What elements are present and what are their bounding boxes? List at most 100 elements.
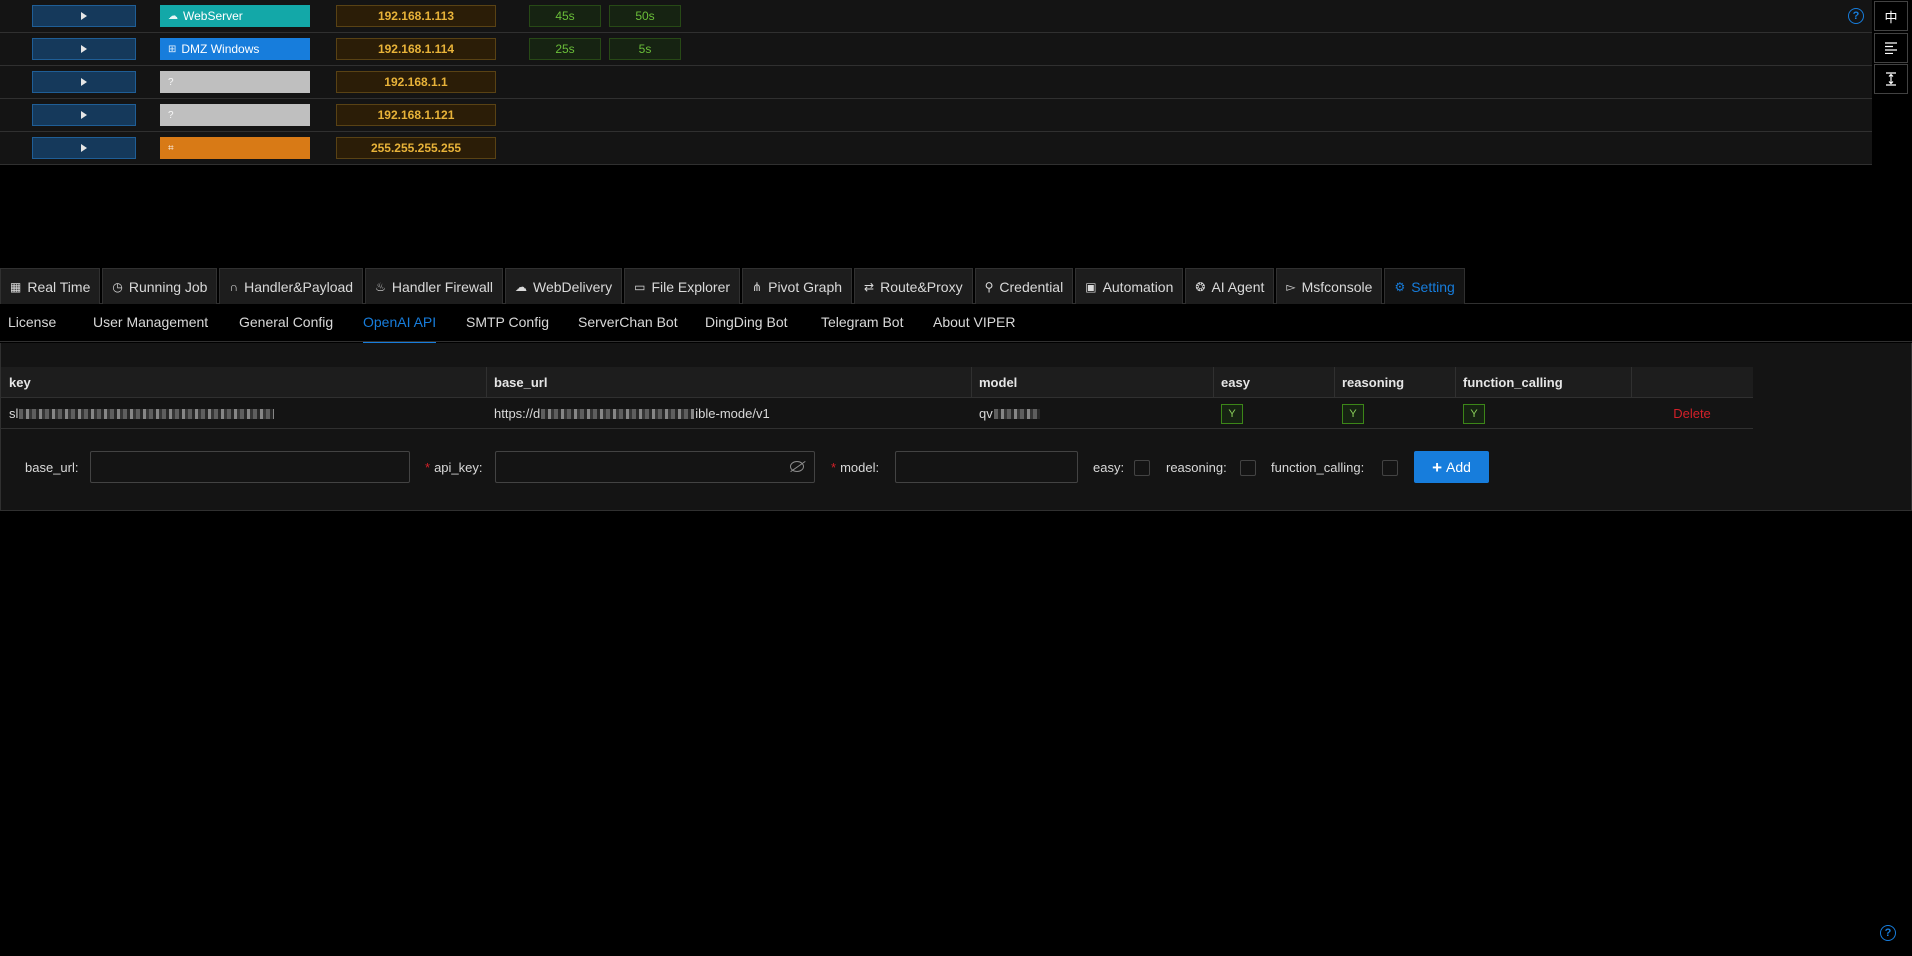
language-button[interactable]: 中 — [1874, 1, 1908, 31]
os-tag: ? — [160, 104, 310, 126]
subtab-about-viper[interactable]: About VIPER — [933, 314, 1016, 330]
reasoning-checkbox[interactable] — [1240, 460, 1256, 476]
eye-invisible-icon[interactable] — [790, 461, 804, 472]
host-table: ☁ WebServer 192.168.1.113 45s 50s ⊞ DMZ … — [0, 0, 1872, 165]
table-row: sl https://d ible-mode/v1 qv Y Y Y Delet… — [1, 398, 1753, 429]
expand-button[interactable] — [32, 104, 136, 126]
subtab-dingding-bot[interactable]: DingDing Bot — [705, 314, 788, 330]
base-url-input[interactable] — [90, 451, 410, 483]
interval-tag: 50s — [609, 5, 681, 27]
key-text: sl — [9, 406, 19, 421]
header-easy: easy — [1213, 367, 1334, 398]
subtab-serverchan-bot[interactable]: ServerChan Bot — [578, 314, 678, 330]
easy-checkbox[interactable] — [1134, 460, 1150, 476]
dashboard-icon: ▦ — [10, 279, 22, 294]
base-url-label: base_url: — [25, 460, 79, 475]
add-button[interactable]: + Add — [1414, 451, 1489, 483]
cloud-icon: ☁ — [168, 10, 178, 22]
ip-tag[interactable]: 255.255.255.255 — [336, 137, 496, 159]
api-config-table: key base_url model easy reasoning functi… — [1, 367, 1753, 429]
add-label: Add — [1446, 459, 1471, 475]
host-row: ⌗ 255.255.255.255 — [0, 132, 1872, 165]
host-row: ⊞ DMZ Windows 192.168.1.114 25s 5s — [0, 33, 1872, 66]
cell-action: Delete — [1631, 398, 1753, 429]
fire-icon: ♨ — [375, 279, 386, 294]
ip-tag[interactable]: 192.168.1.1 — [336, 71, 496, 93]
expand-button[interactable] — [32, 38, 136, 60]
tab-label: Handler&Payload — [244, 278, 354, 295]
play-icon — [81, 78, 87, 86]
cell-function-calling: Y — [1455, 398, 1631, 429]
header-model: model — [971, 367, 1213, 398]
tab-msfconsole[interactable]: ▻ Msfconsole — [1276, 268, 1383, 304]
graph-icon: ⋔ — [752, 279, 763, 294]
model-input[interactable] — [895, 451, 1078, 483]
reasoning-tag: Y — [1342, 403, 1364, 424]
tab-running-job[interactable]: ◷ Running Job — [102, 268, 218, 304]
ip-tag[interactable]: 192.168.1.113 — [336, 5, 496, 27]
tab-label: File Explorer — [651, 278, 731, 295]
tab-credential[interactable]: ⚲ Credential — [974, 268, 1074, 304]
vertical-height-icon[interactable] — [1874, 64, 1908, 94]
question-icon: ? — [168, 109, 174, 121]
tab-label: WebDelivery — [533, 278, 613, 295]
ip-tag[interactable]: 192.168.1.114 — [336, 38, 496, 60]
header-reasoning: reasoning — [1334, 367, 1455, 398]
tab-ai-agent[interactable]: ❂ AI Agent — [1185, 268, 1275, 304]
tab-route-proxy[interactable]: ⇄ Route&Proxy — [854, 268, 973, 304]
os-tag: ? — [160, 71, 310, 93]
cell-key: sl — [1, 398, 486, 429]
redacted-model — [993, 408, 1040, 419]
function-calling-tag: Y — [1463, 403, 1485, 424]
tab-pivot-graph[interactable]: ⋔ Pivot Graph — [742, 268, 853, 304]
subtab-user-management[interactable]: User Management — [93, 314, 208, 330]
tab-handler-firewall[interactable]: ♨ Handler Firewall — [365, 268, 503, 304]
tab-label: Running Job — [128, 278, 208, 295]
align-left-icon[interactable] — [1874, 33, 1908, 63]
tab-label: Automation — [1102, 278, 1174, 295]
tab-automation[interactable]: ▣ Automation — [1075, 268, 1184, 304]
interval-tag: 5s — [609, 38, 681, 60]
header-action — [1631, 367, 1753, 398]
help-icon[interactable]: ? — [1880, 925, 1896, 941]
tab-webdelivery[interactable]: ☁ WebDelivery — [505, 268, 623, 304]
expand-button[interactable] — [32, 137, 136, 159]
add-api-form: base_url: * api_key: * model: easy: reason… — [1, 451, 1912, 485]
key-icon: ⚲ — [984, 279, 994, 294]
header-key: key — [9, 375, 31, 390]
os-tag: ☁ WebServer — [160, 5, 310, 27]
cell-reasoning: Y — [1334, 398, 1455, 429]
expand-button[interactable] — [32, 5, 136, 27]
tab-label: Handler Firewall — [391, 278, 493, 295]
function-calling-checkbox[interactable] — [1382, 460, 1398, 476]
subtab-openai-api[interactable]: OpenAI API — [363, 314, 437, 344]
subtab-general-config[interactable]: General Config — [239, 314, 333, 330]
tab-label: AI Agent — [1211, 278, 1265, 295]
delete-link[interactable]: Delete — [1673, 406, 1711, 421]
model-text: qv — [979, 406, 993, 421]
tab-setting[interactable]: ⚙ Setting — [1384, 268, 1465, 304]
tab-label: Msfconsole — [1301, 278, 1373, 295]
tab-real-time[interactable]: ▦ Real Time — [0, 268, 101, 304]
tab-handler-payload[interactable]: ∩ Handler&Payload — [219, 268, 364, 304]
play-icon — [81, 45, 87, 53]
os-tag: ⊞ DMZ Windows — [160, 38, 310, 60]
host-row: ? 192.168.1.121 — [0, 99, 1872, 132]
subtab-telegram-bot[interactable]: Telegram Bot — [821, 314, 903, 330]
function-calling-label: function_calling: — [1271, 460, 1365, 475]
main-tabs: ▦ Real Time ◷ Running Job ∩ Handler&Payload… — [0, 268, 1912, 304]
ip-tag[interactable]: 192.168.1.121 — [336, 104, 496, 126]
settings-sub-tabs: License User Management General Config O… — [0, 304, 1912, 344]
expand-button[interactable] — [32, 71, 136, 93]
subtab-license[interactable]: License — [8, 314, 56, 330]
subtab-smtp-config[interactable]: SMTP Config — [466, 314, 549, 330]
play-icon — [81, 144, 87, 152]
robot-icon: ▣ — [1085, 279, 1097, 294]
tab-file-explorer[interactable]: ▭ File Explorer — [624, 268, 741, 304]
headphones-icon: ∩ — [229, 279, 239, 294]
plus-icon: + — [1432, 457, 1442, 477]
api-key-input[interactable] — [495, 451, 815, 483]
route-icon: ⇄ — [864, 279, 875, 294]
table-header: key base_url model easy reasoning functi… — [1, 367, 1753, 398]
help-icon[interactable]: ? — [1848, 8, 1864, 24]
